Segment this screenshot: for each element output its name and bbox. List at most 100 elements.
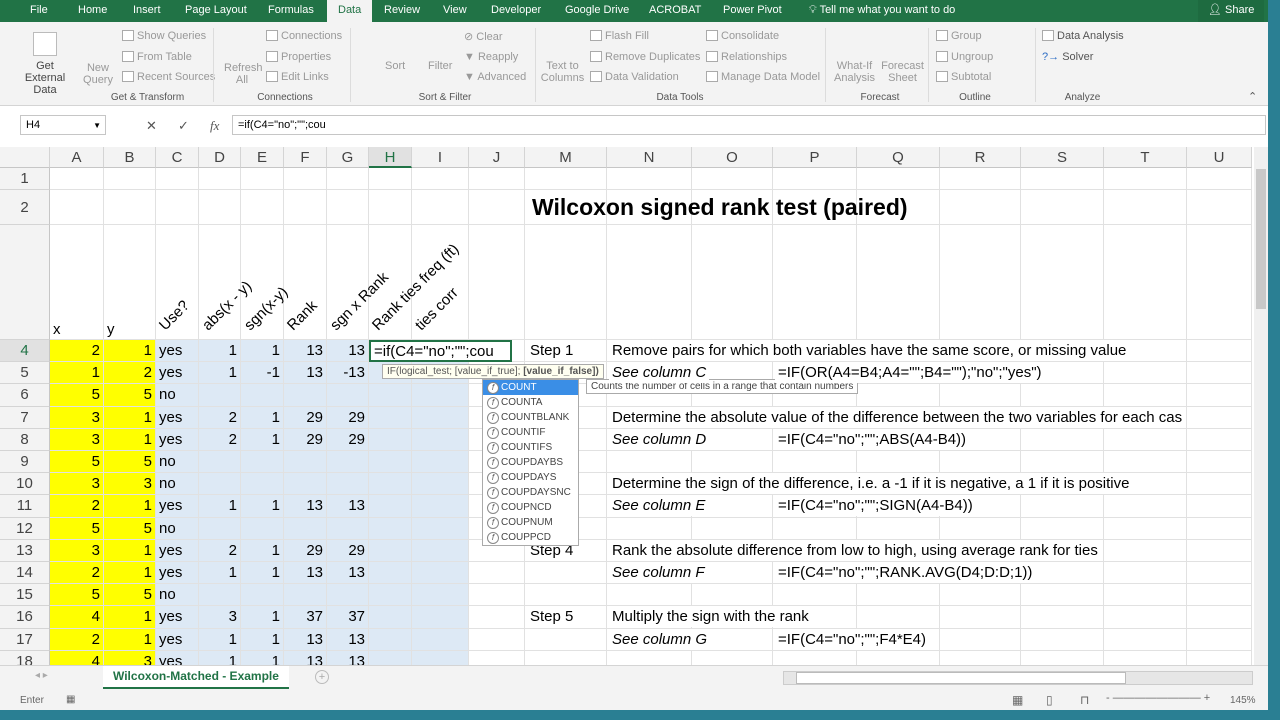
autocomplete-item[interactable]: COUPDAYBS — [483, 455, 578, 470]
row-header-7[interactable]: 7 — [0, 406, 50, 429]
cell-c8[interactable]: yes — [156, 428, 199, 451]
autocomplete-item[interactable]: COUNT — [483, 380, 578, 395]
column-header-g[interactable]: G — [327, 147, 369, 168]
cell-i10[interactable] — [412, 473, 469, 496]
show-queries-button[interactable]: Show Queries — [122, 30, 206, 42]
grid-cell[interactable] — [327, 190, 369, 225]
cell-f18[interactable]: 13 — [284, 650, 327, 665]
cell-i15[interactable] — [412, 584, 469, 607]
cell-f12[interactable] — [284, 517, 327, 540]
cell-a13[interactable]: 3 — [50, 539, 104, 562]
tab-page-layout[interactable]: Page Layout — [181, 0, 251, 22]
grid-cell[interactable] — [1187, 225, 1252, 340]
cell-g11[interactable]: 13 — [327, 495, 369, 518]
grid-cell[interactable] — [692, 650, 773, 665]
spreadsheet-grid[interactable]: ABCDEFGHIJMNOPQRSTU123456789101112131415… — [0, 147, 1268, 665]
text-to-columns-button[interactable]: Text to Columns — [540, 60, 585, 84]
cell-i17[interactable] — [412, 628, 469, 651]
sort-button[interactable]: Sort — [385, 60, 405, 72]
grid-cell[interactable] — [773, 225, 857, 340]
cell-c14[interactable]: yes — [156, 562, 199, 585]
cell-e9[interactable] — [241, 451, 284, 474]
cell-b13[interactable]: 1 — [104, 539, 156, 562]
connections-button[interactable]: Connections — [266, 30, 342, 42]
cell-e15[interactable] — [241, 584, 284, 607]
grid-cell[interactable] — [692, 451, 773, 474]
grid-cell[interactable] — [1021, 606, 1104, 629]
tab-view[interactable]: View — [439, 0, 471, 22]
grid-cell[interactable] — [857, 650, 940, 665]
column-header-u[interactable]: U — [1187, 147, 1252, 168]
grid-cell[interactable] — [369, 190, 412, 225]
cell-a8[interactable]: 3 — [50, 428, 104, 451]
cell-e7[interactable]: 1 — [241, 406, 284, 429]
grid-cell[interactable] — [1104, 362, 1187, 385]
row-header-10[interactable]: 10 — [0, 473, 50, 496]
grid-cell[interactable] — [1187, 362, 1252, 385]
autocomplete-item[interactable]: COUPDAYS — [483, 470, 578, 485]
grid-cell[interactable] — [469, 168, 525, 190]
cell-d14[interactable]: 1 — [199, 562, 241, 585]
grid-cell[interactable] — [857, 517, 940, 540]
cell-e5[interactable]: -1 — [241, 362, 284, 385]
cell-h7[interactable] — [369, 406, 412, 429]
grid-cell[interactable] — [773, 517, 857, 540]
row-header-9[interactable]: 9 — [0, 451, 50, 474]
cell-a6[interactable]: 5 — [50, 384, 104, 407]
page-break-view-icon[interactable]: ⊓ — [1080, 693, 1089, 707]
grid-cell[interactable] — [607, 650, 692, 665]
cell-e16[interactable]: 1 — [241, 606, 284, 629]
name-box[interactable]: H4 ▼ — [20, 115, 106, 135]
column-header-r[interactable]: R — [940, 147, 1021, 168]
cell-d15[interactable] — [199, 584, 241, 607]
cell-a11[interactable]: 2 — [50, 495, 104, 518]
grid-cell[interactable] — [607, 451, 692, 474]
grid-cell[interactable] — [1187, 428, 1252, 451]
cell-g5[interactable]: -13 — [327, 362, 369, 385]
autocomplete-item[interactable]: COUNTBLANK — [483, 410, 578, 425]
grid-cell[interactable] — [412, 168, 469, 190]
grid-cell[interactable] — [857, 584, 940, 607]
grid-cell[interactable] — [525, 562, 607, 585]
clear-button[interactable]: ⊘ Clear — [464, 30, 503, 43]
grid-cell[interactable] — [1187, 539, 1252, 562]
column-header-o[interactable]: O — [692, 147, 773, 168]
autocomplete-item[interactable]: COUPDAYSNC — [483, 485, 578, 500]
cell-d7[interactable]: 2 — [199, 406, 241, 429]
grid-cell[interactable] — [525, 168, 607, 190]
grid-cell[interactable] — [1104, 584, 1187, 607]
cell-d5[interactable]: 1 — [199, 362, 241, 385]
grid-cell[interactable] — [469, 650, 525, 665]
cell-f5[interactable]: 13 — [284, 362, 327, 385]
grid-cell[interactable] — [156, 190, 199, 225]
cell-h10[interactable] — [369, 473, 412, 496]
cell-g14[interactable]: 13 — [327, 562, 369, 585]
cell-c5[interactable]: yes — [156, 362, 199, 385]
grid-cell[interactable] — [1187, 384, 1252, 407]
cell-f15[interactable] — [284, 584, 327, 607]
cell-i18[interactable] — [412, 650, 469, 665]
cell-b11[interactable]: 1 — [104, 495, 156, 518]
column-header-d[interactable]: D — [199, 147, 241, 168]
autocomplete-item[interactable]: COUNTIFS — [483, 440, 578, 455]
new-query-button[interactable]: New Query — [82, 62, 114, 86]
cell-a5[interactable]: 1 — [50, 362, 104, 385]
cell-a16[interactable]: 4 — [50, 606, 104, 629]
cell-i8[interactable] — [412, 428, 469, 451]
cell-d18[interactable]: 1 — [199, 650, 241, 665]
grid-cell[interactable] — [469, 628, 525, 651]
cell-i7[interactable] — [412, 406, 469, 429]
properties-button[interactable]: Properties — [266, 51, 331, 63]
scroll-thumb[interactable] — [1256, 169, 1266, 309]
cell-g4[interactable]: 13 — [327, 340, 369, 363]
cancel-icon[interactable]: ✕ — [146, 118, 157, 134]
cell-i12[interactable] — [412, 517, 469, 540]
cell-d12[interactable] — [199, 517, 241, 540]
row-header-3[interactable]: 3 — [0, 225, 50, 391]
autocomplete-list[interactable]: COUNTCOUNTACOUNTBLANKCOUNTIFCOUNTIFSCOUP… — [482, 379, 579, 546]
grid-cell[interactable] — [940, 451, 1021, 474]
autocomplete-item[interactable]: COUNTA — [483, 395, 578, 410]
column-header-q[interactable]: Q — [857, 147, 940, 168]
edit-links-button[interactable]: Edit Links — [266, 71, 329, 83]
grid-cell[interactable] — [1187, 495, 1252, 518]
